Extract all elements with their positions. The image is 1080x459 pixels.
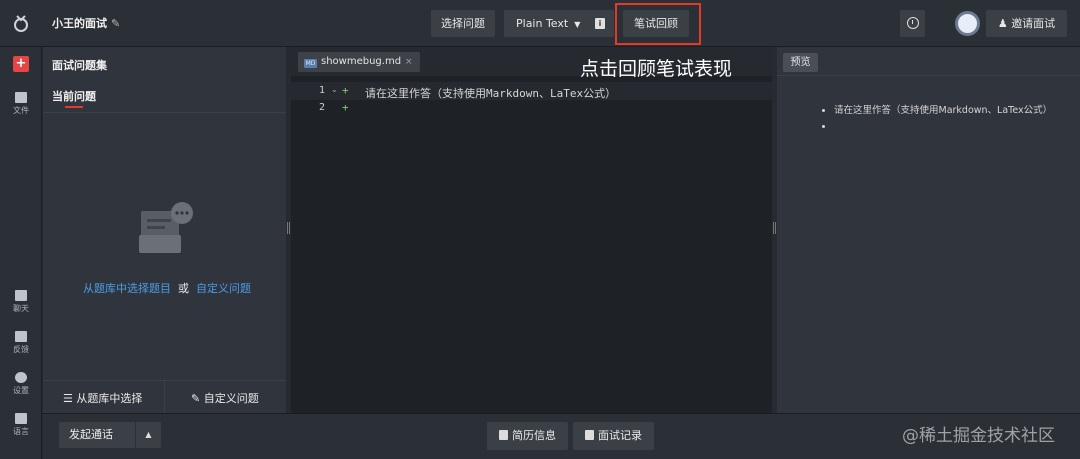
notes-icon [585, 430, 594, 440]
clock-icon [907, 17, 919, 29]
markdown-icon: MD [304, 59, 317, 68]
invite-interview-button[interactable]: ♟ 邀请面试 [986, 10, 1067, 37]
language-icon [15, 413, 27, 424]
list-search-icon: ☰ [63, 392, 73, 405]
folder-icon [15, 92, 27, 103]
caret-up-icon[interactable]: ▲ [135, 422, 161, 448]
diff-added-marker: + [342, 84, 349, 97]
rail-item-chat[interactable]: 聊天 [0, 290, 42, 314]
rail-item-settings[interactable]: 设置 [0, 372, 42, 396]
right-resize-handle[interactable] [773, 222, 776, 234]
rail-item-language[interactable]: 语言 [0, 413, 42, 437]
history-button[interactable] [900, 10, 925, 37]
code-line[interactable]: 请在这里作答（支持使用Markdown、LaTex公式） [365, 85, 616, 101]
choose-from-bank-button[interactable]: ☰ 从题库中选择 [63, 390, 142, 406]
gear-icon [15, 372, 27, 383]
list-item: 请在这里作答（支持使用Markdown、LaTex公式） [834, 103, 1058, 119]
divider [43, 112, 286, 113]
watermark: @稀土掘金技术社区 [902, 426, 1055, 446]
rail-item-feedback[interactable]: 反馈 [0, 331, 42, 355]
choose-from-bank-link[interactable]: 从题库中选择题目 [83, 282, 171, 295]
info-icon[interactable]: i [595, 18, 605, 29]
question-panel-actions: ☰ 从题库中选择 ✎ 自定义问题 [43, 380, 286, 414]
interview-record-button[interactable]: 面试记录 [573, 422, 654, 450]
resume-info-button[interactable]: 简历信息 [487, 422, 568, 450]
annotation-text: 点击回顾笔试表现 [580, 58, 733, 80]
contact-card-icon [499, 430, 508, 440]
preview-content: 请在这里作答（支持使用Markdown、LaTex公式） [822, 103, 1058, 135]
diff-added-marker: + [342, 101, 349, 114]
fold-chevron-icon[interactable]: ⌄ [331, 85, 338, 94]
empty-state-text: 从题库中选择题目 或 自定义问题 [83, 282, 251, 295]
custom-question-button[interactable]: ✎ 自定义问题 [191, 390, 259, 406]
left-rail: + 文件 聊天 反馈 设置 语言 [0, 47, 42, 459]
line-number: 1 [319, 85, 326, 96]
chat-icon [15, 290, 27, 301]
app-logo-icon[interactable] [10, 11, 32, 35]
preview-header: 预览 [777, 47, 1080, 76]
preview-button[interactable]: 预览 [783, 53, 818, 72]
left-resize-handle[interactable] [287, 222, 290, 234]
close-icon[interactable]: × [405, 57, 413, 67]
active-tab-indicator [65, 106, 83, 108]
add-icon[interactable]: + [13, 56, 29, 72]
avatar[interactable] [955, 11, 980, 36]
question-panel: 面试问题集 当前问题 从题库中选择题目 或 自定义问题 [43, 47, 286, 413]
file-tab-showmebug[interactable]: MD showmebug.md × [298, 52, 420, 72]
empty-inbox-icon [139, 202, 193, 253]
line-number: 2 [319, 102, 326, 113]
language-select[interactable]: Plain Text ▼ i [504, 10, 614, 37]
divider [164, 381, 165, 414]
select-question-button[interactable]: 选择问题 [431, 10, 495, 37]
preview-panel: 预览 请在这里作答（支持使用Markdown、LaTex公式） [777, 47, 1080, 413]
caret-down-icon: ▼ [574, 20, 581, 29]
top-bar: 小王的面试 ✎ 选择问题 Plain Text ▼ i 笔试回顾 ♟ 邀请面试 [0, 0, 1080, 47]
rail-item-files[interactable]: 文件 [0, 92, 42, 116]
interview-title[interactable]: 小王的面试 ✎ [52, 15, 120, 31]
question-set-heading[interactable]: 面试问题集 [52, 57, 107, 73]
pencil-icon[interactable]: ✎ [111, 17, 120, 30]
tab-current-question[interactable]: 当前问题 [52, 88, 96, 104]
code-editor[interactable]: MD showmebug.md × 1 ⌄ + 请在这里作答（支持使用Markdow… [291, 47, 772, 413]
list-item [834, 119, 1058, 135]
feedback-icon [15, 331, 27, 342]
highlight-annotation-box [615, 3, 701, 45]
user-icon: ♟ [997, 17, 1008, 30]
custom-question-link[interactable]: 自定义问题 [196, 282, 251, 295]
start-call-button[interactable]: 发起通话 ▲ [59, 422, 161, 448]
pencil-icon: ✎ [191, 392, 201, 405]
